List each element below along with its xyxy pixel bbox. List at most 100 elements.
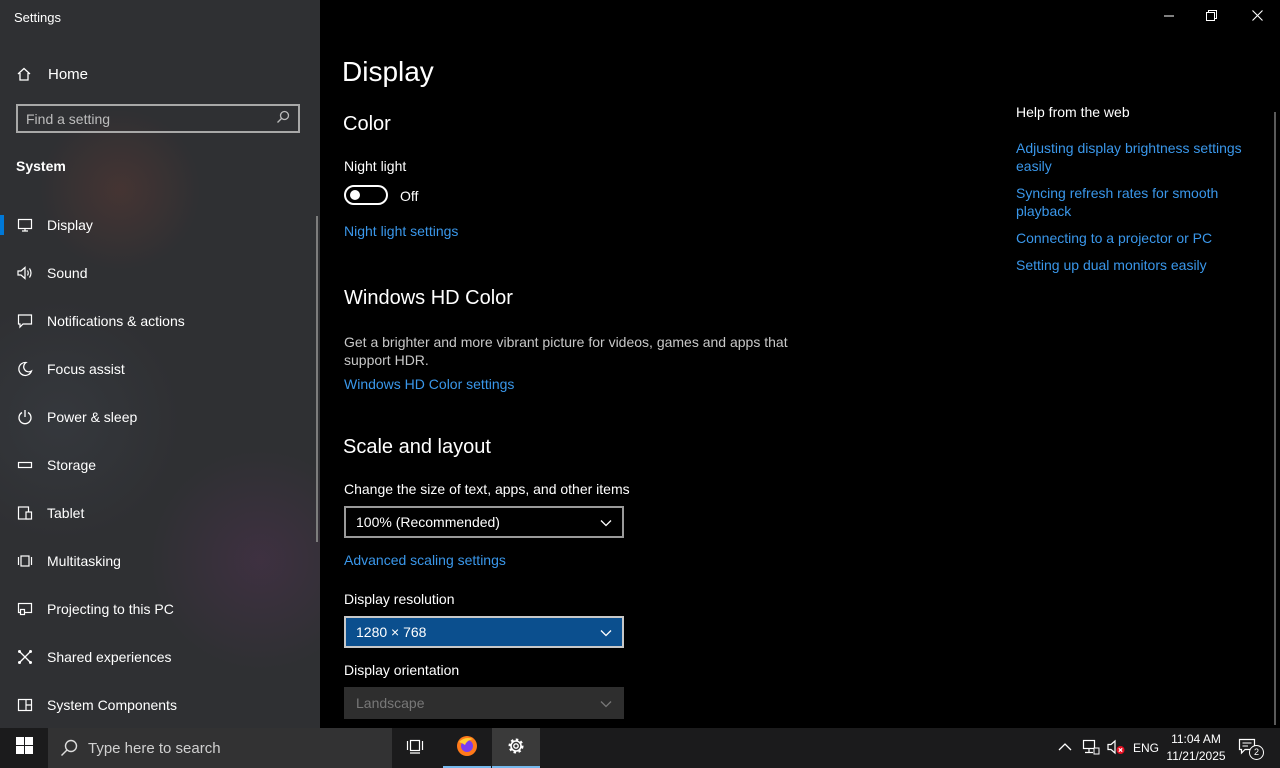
clock-time: 11:04 AM (1171, 732, 1221, 746)
restore-icon (1205, 8, 1217, 26)
sidebar-item-label: Power & sleep (47, 409, 138, 425)
power-icon (16, 408, 34, 426)
scale-dropdown[interactable]: 100% (Recommended) (344, 506, 624, 538)
language-label: ENG (1133, 741, 1160, 755)
sidebar-item-power-sleep[interactable]: Power & sleep (0, 393, 320, 441)
sidebar-item-notifications[interactable]: Notifications & actions (0, 297, 320, 345)
close-button[interactable] (1246, 10, 1268, 24)
notification-count-badge: 2 (1249, 745, 1264, 760)
sidebar-item-label: Storage (47, 457, 97, 473)
shared-experiences-icon (16, 648, 34, 666)
network-icon (1082, 739, 1100, 758)
find-setting-input[interactable]: Find a setting (16, 104, 300, 133)
volume-muted-icon (1106, 739, 1126, 758)
sidebar-item-label: Focus assist (47, 361, 125, 377)
main-scrollbar[interactable] (1274, 112, 1276, 725)
app-title: Settings (14, 10, 61, 25)
minimize-icon (1164, 8, 1174, 26)
speaker-icon (16, 264, 34, 282)
search-icon (60, 739, 78, 757)
help-link[interactable]: Setting up dual monitors easily (1016, 256, 1256, 274)
taskbar: Type here to search ENG 11:04 AM 11/21/2… (0, 728, 1280, 768)
night-light-toggle[interactable] (344, 185, 388, 205)
sidebar-item-focus-assist[interactable]: Focus assist (0, 345, 320, 393)
sidebar-item-tablet[interactable]: Tablet (0, 489, 320, 537)
chevron-up-icon (1058, 741, 1072, 755)
sidebar-item-sound[interactable]: Sound (0, 249, 320, 297)
scale-size-label: Change the size of text, apps, and other… (344, 481, 630, 497)
task-view-icon (406, 737, 426, 760)
hdr-settings-link[interactable]: Windows HD Color settings (344, 376, 514, 392)
notification-icon (16, 312, 34, 330)
help-title: Help from the web (1016, 104, 1130, 120)
help-link[interactable]: Adjusting display brightness settings ea… (1016, 139, 1256, 175)
sidebar-item-label: Projecting to this PC (47, 601, 174, 617)
start-button[interactable] (0, 728, 48, 768)
moon-icon (16, 360, 34, 378)
chevron-down-icon (600, 514, 612, 530)
tablet-icon (16, 504, 34, 522)
home-button[interactable]: Home (16, 64, 88, 84)
language-indicator[interactable]: ENG (1133, 728, 1159, 768)
night-light-label: Night light (344, 158, 407, 174)
system-nav: Display Sound Notifications & actions Fo… (0, 201, 320, 729)
minimize-button[interactable] (1158, 10, 1180, 24)
taskbar-firefox-button[interactable] (443, 728, 491, 768)
sidebar-scrollbar[interactable] (316, 216, 318, 542)
clock-date: 11/21/2025 (1166, 749, 1226, 763)
taskbar-search-box[interactable]: Type here to search (48, 728, 392, 768)
firefox-icon (455, 734, 479, 763)
search-placeholder: Find a setting (26, 110, 111, 127)
main-content: Display Color Night light Off Night ligh… (320, 0, 1280, 728)
toggle-knob (350, 190, 360, 200)
sidebar-item-label: Display (47, 217, 93, 233)
night-light-settings-link[interactable]: Night light settings (344, 223, 458, 239)
orientation-label: Display orientation (344, 662, 460, 678)
taskbar-settings-button[interactable] (492, 728, 540, 768)
sidebar-item-projecting[interactable]: Projecting to this PC (0, 585, 320, 633)
sidebar-item-label: Tablet (47, 505, 85, 521)
home-icon (16, 66, 36, 82)
help-link[interactable]: Connecting to a projector or PC (1016, 229, 1256, 247)
scale-layout-heading: Scale and layout (343, 436, 491, 458)
search-icon (276, 110, 290, 127)
chevron-down-icon (600, 695, 612, 711)
hdr-heading: Windows HD Color (344, 287, 513, 309)
windows-logo-icon (15, 737, 33, 759)
sidebar-item-multitasking[interactable]: Multitasking (0, 537, 320, 585)
sidebar-item-label: Sound (47, 265, 88, 281)
sidebar-item-storage[interactable]: Storage (0, 441, 320, 489)
close-icon (1251, 8, 1263, 26)
section-label-system: System (16, 158, 66, 174)
hdr-description: Get a brighter and more vibrant picture … (344, 334, 788, 368)
sidebar-item-display[interactable]: Display (0, 201, 320, 249)
taskbar-search-placeholder: Type here to search (88, 739, 221, 757)
network-button[interactable] (1082, 728, 1100, 768)
help-links: Adjusting display brightness settings ea… (1016, 139, 1256, 283)
action-center-button[interactable]: 2 (1238, 728, 1264, 768)
page-title: Display (342, 56, 434, 87)
show-hidden-icons-button[interactable] (1058, 728, 1072, 768)
home-label: Home (48, 65, 89, 83)
advanced-scaling-link[interactable]: Advanced scaling settings (344, 552, 506, 568)
multitasking-icon (16, 552, 34, 570)
volume-button[interactable] (1106, 728, 1126, 768)
sidebar-item-label: Shared experiences (47, 649, 172, 665)
resolution-value: 1280 × 768 (356, 624, 427, 640)
sidebar-item-shared-experiences[interactable]: Shared experiences (0, 633, 320, 681)
notification-center-icon: 2 (1238, 738, 1264, 760)
resolution-dropdown[interactable]: 1280 × 768 (344, 616, 624, 648)
sidebar-item-label: System Components (47, 697, 177, 713)
storage-icon (16, 456, 34, 474)
orientation-dropdown[interactable]: Landscape (344, 687, 624, 719)
task-view-button[interactable] (392, 728, 440, 768)
clock[interactable]: 11:04 AM 11/21/2025 (1166, 731, 1226, 765)
system-components-icon (16, 696, 34, 714)
sidebar-item-system-components[interactable]: System Components (0, 681, 320, 729)
color-heading: Color (343, 113, 391, 135)
help-link[interactable]: Syncing refresh rates for smooth playbac… (1016, 184, 1256, 220)
scale-value: 100% (Recommended) (356, 514, 500, 530)
orientation-value: Landscape (356, 695, 425, 711)
restore-button[interactable] (1200, 10, 1222, 24)
sidebar-item-label: Notifications & actions (47, 313, 185, 329)
